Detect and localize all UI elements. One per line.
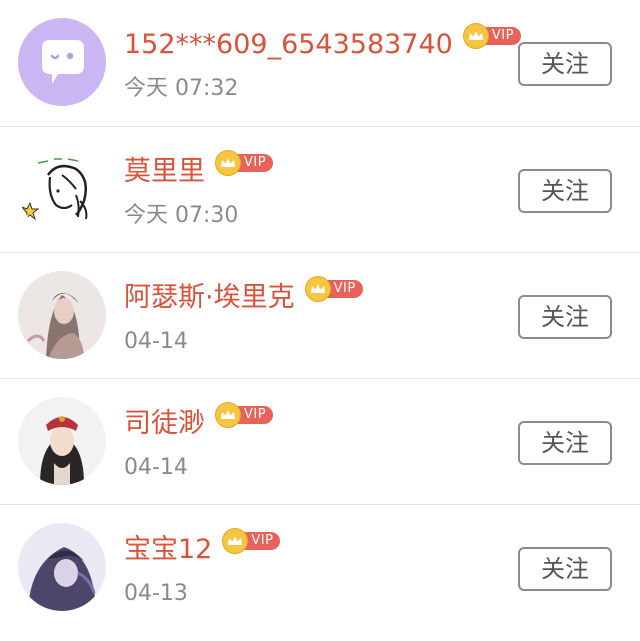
name-line: 宝宝12 VIP [124, 527, 281, 571]
crown-icon [462, 23, 489, 49]
costume-portrait-icon [18, 397, 106, 485]
avatar[interactable] [18, 523, 106, 611]
follow-button[interactable]: 关注 [518, 421, 612, 465]
name-line: 莫里里 VIP [124, 149, 274, 193]
follow-button[interactable]: 关注 [518, 169, 612, 213]
username[interactable]: 莫里里 [124, 152, 205, 192]
list-item[interactable]: 司徒渺 VIP 04-14 关注 [0, 379, 640, 505]
list-item[interactable]: 阿瑟斯·埃里克 VIP 04-14 关注 [0, 253, 640, 379]
chat-bubble-icon [18, 18, 106, 106]
avatar[interactable] [18, 271, 106, 359]
crown-icon [215, 150, 241, 176]
timestamp: 今天 07:32 [124, 76, 239, 101]
vip-badge: VIP [215, 402, 274, 428]
follow-button[interactable]: 关注 [518, 547, 612, 591]
vip-badge: VIP [304, 276, 363, 302]
timestamp: 今天 07:30 [124, 203, 239, 228]
follow-button[interactable]: 关注 [518, 42, 612, 86]
timestamp: 04-13 [124, 581, 188, 606]
crown-icon [304, 276, 331, 302]
username[interactable]: 阿瑟斯·埃里克 [124, 278, 295, 318]
vip-badge: VIP [222, 528, 281, 554]
follower-list: 152***609_6543583740 VIP 今天 07:32 关注 莫里里… [0, 0, 640, 641]
name-line: 司徒渺 VIP [124, 401, 274, 445]
follow-button[interactable]: 关注 [518, 295, 612, 339]
crown-icon [222, 528, 249, 554]
cartoon-girl-icon [18, 145, 106, 233]
avatar[interactable] [18, 145, 106, 233]
vip-badge: VIP [462, 23, 521, 49]
list-item[interactable]: 宝宝12 VIP 04-13 关注 [0, 505, 640, 631]
username[interactable]: 152***609_6543583740 [124, 25, 453, 65]
vip-badge: VIP [215, 150, 274, 176]
username[interactable]: 司徒渺 [124, 404, 205, 444]
avatar[interactable] [18, 18, 106, 106]
avatar[interactable] [18, 397, 106, 485]
crown-icon [215, 402, 241, 428]
name-line: 阿瑟斯·埃里克 VIP [124, 275, 363, 319]
name-line: 152***609_6543583740 VIP [124, 22, 521, 66]
list-item[interactable]: 莫里里 VIP 今天 07:30 关注 [0, 127, 640, 253]
painted-portrait-icon [18, 271, 106, 359]
timestamp: 04-14 [124, 329, 188, 354]
purple-anime-icon [18, 523, 106, 611]
timestamp: 04-14 [124, 455, 188, 480]
list-item[interactable]: 152***609_6543583740 VIP 今天 07:32 关注 [0, 0, 640, 127]
username[interactable]: 宝宝12 [124, 530, 212, 570]
